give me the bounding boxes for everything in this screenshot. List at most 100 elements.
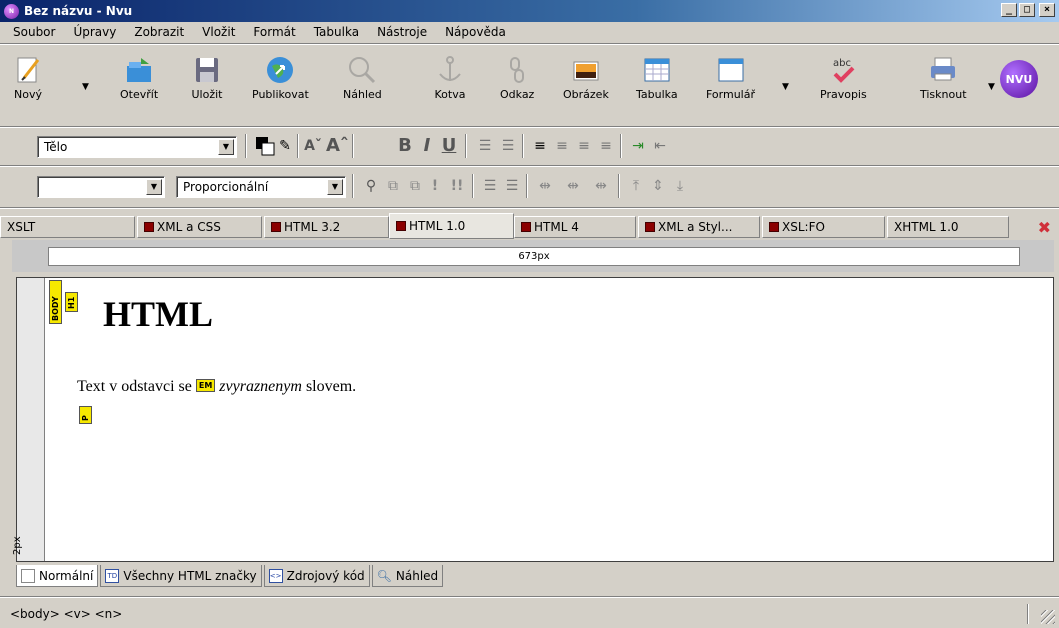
h1-tag-marker[interactable]: H1 [65, 292, 78, 312]
divider [465, 134, 467, 158]
tab-html-1-0[interactable]: HTML 1.0 [389, 213, 514, 239]
tab-preview-mode[interactable]: 🔍︎ Náhled [371, 565, 444, 587]
valign-bottom-icon[interactable]: ⤓ [670, 176, 690, 196]
spellcheck-button[interactable]: abc Pravopis [820, 50, 867, 122]
element-path[interactable]: <body> <v> <n> [10, 607, 122, 621]
minimize-button[interactable]: _ [1001, 3, 1017, 17]
align-right-icon[interactable]: ≡ [574, 136, 594, 156]
nvu-logo-icon[interactable]: NVU [1000, 60, 1038, 98]
underline-icon[interactable]: U [440, 136, 458, 156]
edit-mode-tabs: Normální TD Všechny HTML značky <> Zdroj… [16, 565, 445, 589]
menu-format[interactable]: Formát [244, 25, 304, 39]
p-tag-marker[interactable]: P [79, 406, 92, 424]
text-color-button[interactable] [255, 136, 275, 156]
tab-normal-mode[interactable]: Normální [16, 565, 99, 587]
padding-left-icon[interactable]: ⇹ [532, 176, 558, 196]
form-button[interactable]: Formulář [706, 50, 755, 122]
tab-all-tags-mode[interactable]: TD Všechny HTML značky [100, 565, 262, 587]
em-tag-marker[interactable]: EM [195, 379, 216, 392]
class-select[interactable]: ▼ [37, 176, 165, 198]
image-button[interactable]: Obrázek [563, 50, 609, 122]
divider [620, 134, 622, 158]
margin-bottom-icon[interactable]: ☰ [502, 176, 522, 196]
larger-font-icon[interactable]: Aˆ [326, 136, 349, 156]
html-file-icon [271, 222, 281, 232]
image-icon [570, 54, 602, 86]
tab-xml-a-css[interactable]: XML a CSS [137, 216, 262, 238]
padding-right-icon[interactable]: ⇹ [588, 176, 614, 196]
unlink-icon[interactable]: ⚲ [362, 176, 380, 196]
save-button[interactable]: Uložit [191, 50, 223, 122]
very-important-icon[interactable]: !! [448, 176, 466, 196]
nvu-app-icon: N [4, 3, 19, 19]
new-button[interactable]: Nový [12, 50, 44, 122]
print-dropdown-icon[interactable]: ▼ [988, 82, 995, 92]
tab-xsl-fo[interactable]: XSL:FO [762, 216, 885, 238]
table-button[interactable]: Tabulka [636, 50, 678, 122]
format-toolbar: Tělo ▼ ✎ Aˇ Aˆ B I U ☰ ☰ ≡ ≡ ≡ ≡ ⇥ ⇤ [0, 128, 1059, 164]
menu-file[interactable]: Soubor [4, 25, 64, 39]
paragraph-format-select[interactable]: Tělo ▼ [37, 136, 237, 158]
mode-tab-label: Náhled [395, 568, 439, 583]
print-button[interactable]: Tisknout [920, 50, 967, 122]
tab-xhtml-1-0[interactable]: XHTML 1.0 [887, 216, 1009, 238]
vertical-ruler: 2px [12, 278, 45, 561]
valign-middle-icon[interactable]: ⇕ [648, 176, 668, 196]
menu-table[interactable]: Tabulka [305, 25, 368, 39]
menu-view[interactable]: Zobrazit [125, 25, 193, 39]
indent-icon[interactable]: ⇥ [628, 136, 648, 156]
tab-label: HTML 4 [534, 220, 579, 234]
valign-top-icon[interactable]: ⤒ [626, 176, 646, 196]
margin-top-icon[interactable]: ☰ [480, 176, 500, 196]
copy-style-icon[interactable]: ⧉ [384, 176, 402, 196]
menu-tools[interactable]: Nástroje [368, 25, 436, 39]
tab-source-mode[interactable]: <> Zdrojový kód [263, 565, 370, 587]
highlight-icon[interactable]: ✎ [276, 136, 294, 156]
maximize-button[interactable]: □ [1019, 3, 1035, 17]
tab-xslt[interactable]: XSLT [0, 216, 135, 238]
publish-label: Publikovat [252, 88, 309, 101]
tab-html-3-2[interactable]: HTML 3.2 [264, 216, 389, 238]
anchor-button[interactable]: Kotva [434, 50, 466, 122]
document-content[interactable]: BODY H1 HTML Text v odstavci se EM zvyraz… [45, 278, 1053, 561]
tab-label: XSLT [7, 220, 36, 234]
align-left-icon[interactable]: ≡ [530, 136, 550, 156]
spellcheck-icon: abc [827, 54, 859, 86]
italic-icon[interactable]: I [418, 136, 436, 156]
numbered-list-icon[interactable]: ☰ [475, 136, 495, 156]
open-button[interactable]: Otevřít [120, 50, 158, 122]
important-icon[interactable]: ! [428, 176, 442, 196]
spellcheck-label: Pravopis [820, 88, 867, 101]
resize-grip-icon[interactable] [1041, 610, 1055, 624]
bold-icon[interactable]: B [396, 136, 414, 156]
body-tag-marker[interactable]: BODY [49, 280, 62, 324]
tab-html-4[interactable]: HTML 4 [514, 216, 636, 238]
padding-both-icon[interactable]: ⇹ [560, 176, 586, 196]
menu-insert[interactable]: Vložit [193, 25, 244, 39]
editor-area[interactable]: 2px BODY H1 HTML Text v odstavci se EM zv… [12, 277, 1054, 562]
menu-edit[interactable]: Úpravy [64, 25, 125, 39]
new-dropdown-icon[interactable]: ▼ [82, 82, 89, 92]
paste-style-icon[interactable]: ⧉ [406, 176, 424, 196]
preview-label: Náhled [343, 88, 382, 101]
close-button[interactable]: × [1039, 3, 1055, 17]
publish-button[interactable]: Publikovat [252, 50, 309, 122]
bullet-list-icon[interactable]: ☰ [498, 136, 518, 156]
divider [297, 134, 299, 158]
menu-help[interactable]: Nápověda [436, 25, 515, 39]
tab-label: HTML 1.0 [409, 219, 466, 233]
align-justify-icon[interactable]: ≡ [596, 136, 616, 156]
outdent-icon[interactable]: ⇤ [650, 136, 670, 156]
svg-text:abc: abc [833, 58, 851, 69]
form-dropdown-icon[interactable]: ▼ [782, 82, 789, 92]
tab-xml-a-styl[interactable]: XML a Styl... [638, 216, 760, 238]
link-button[interactable]: Odkaz [500, 50, 534, 122]
preview-button[interactable]: Náhled [343, 50, 382, 122]
close-tab-icon[interactable]: ✖ [1038, 218, 1051, 237]
smaller-font-icon[interactable]: Aˇ [303, 136, 323, 156]
divider [1027, 604, 1029, 624]
mode-tab-label: Zdrojový kód [286, 568, 365, 583]
align-center-icon[interactable]: ≡ [552, 136, 572, 156]
font-select[interactable]: Proporcionální ▼ [176, 176, 346, 198]
ruler-height-label: 2px [12, 536, 23, 555]
